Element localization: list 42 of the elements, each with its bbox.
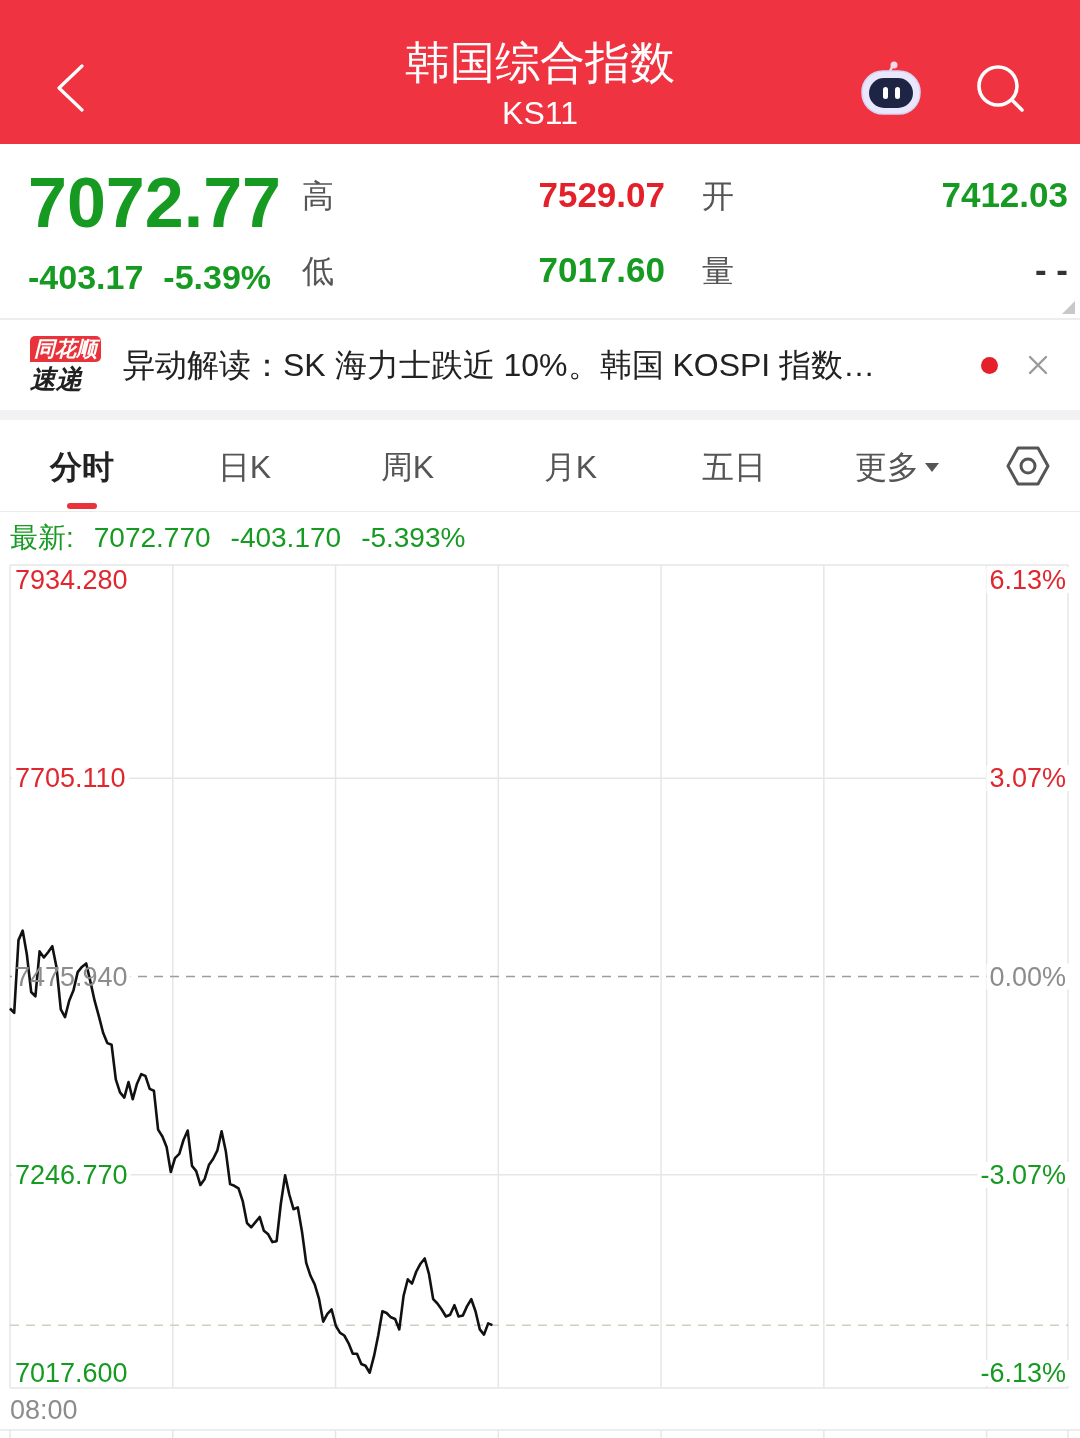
latest-label: 最新: [10,520,74,555]
percent-axis-label: 3.07% [989,763,1066,794]
stat-value: 7017.60 [537,249,665,292]
stat-value: 7412.03 [940,174,1068,217]
stat-label: 开 [702,176,735,216]
chart-tab[interactable]: 日K [163,420,326,511]
last-price: 7072.77 [28,163,283,243]
index-code: KS11 [502,94,578,132]
latest-percent: -5.393% [361,520,466,555]
back-icon[interactable] [55,64,85,112]
percent-axis-label: -6.13% [980,1358,1066,1389]
chart-tab[interactable]: 分时 [0,420,163,511]
percent-axis-label: 0.00% [989,961,1066,992]
logo-badge: 同花顺 [30,336,101,362]
y-axis-label: 7705.110 [15,763,126,794]
y-axis-label: 7017.600 [15,1358,128,1389]
stat-value: 7529.07 [537,174,665,217]
chart-tab[interactable]: 月K [489,420,652,511]
percent-axis-label: 6.13% [989,565,1066,595]
percent-axis-label: -3.07% [980,1159,1066,1190]
stat-label: 量 [702,251,735,291]
price-change: -403.17 [28,257,144,298]
percent-change: -5.39% [163,257,272,298]
latest-change: -403.170 [230,520,342,555]
stat-value: - - [1033,249,1068,292]
search-icon[interactable] [975,64,1025,112]
time-label: 08:00 [10,1395,78,1425]
chart-tab[interactable]: 周K [326,420,489,511]
close-icon[interactable] [1028,355,1048,375]
news-headline[interactable]: 异动解读：SK 海力士跌近 10%。韩国 KOSPI 指数… [123,341,876,389]
y-axis-label: 7934.280 [15,565,128,595]
robot-icon[interactable] [860,61,922,115]
logo-text: 速递 [30,364,82,394]
tab-underline [66,503,97,509]
y-axis-label: 7246.770 [15,1159,128,1190]
stat-label: 高 [302,176,335,216]
chart-tab[interactable]: 五日 [652,420,815,511]
settings-icon[interactable] [1006,445,1050,486]
page-title: 韩国综合指数 [405,36,675,90]
latest-price: 7072.770 [93,520,211,555]
chart-tab[interactable]: 更多 [815,420,978,511]
stat-label: 低 [302,251,335,291]
